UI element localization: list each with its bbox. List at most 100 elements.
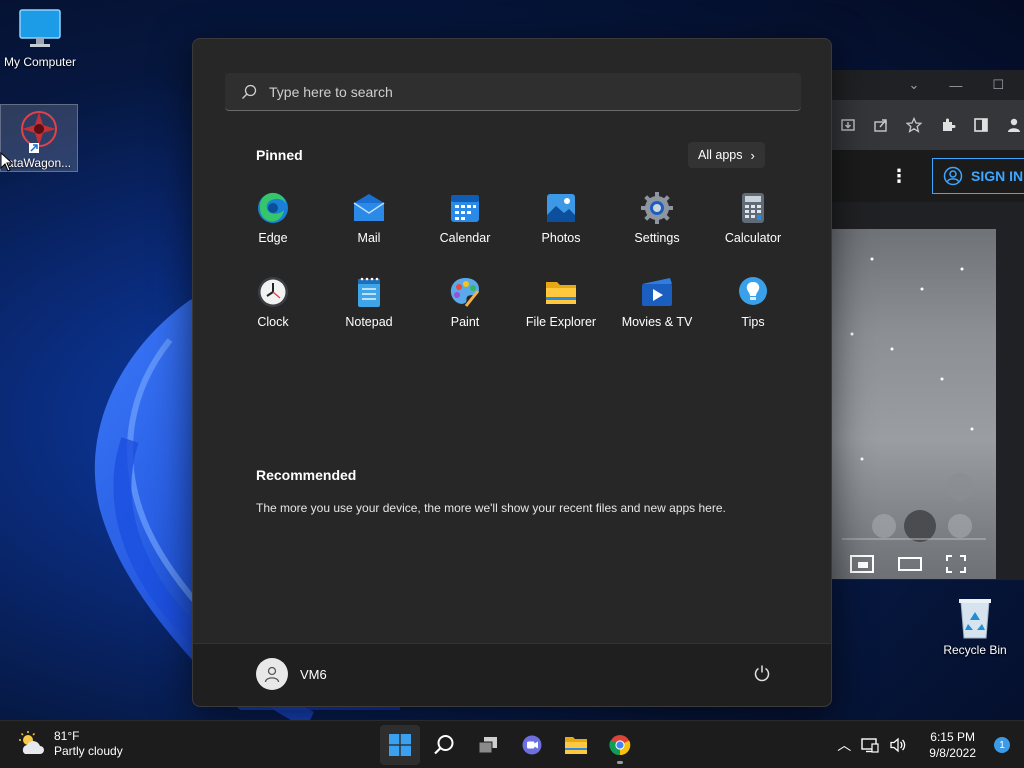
teams-chat-button[interactable]	[512, 725, 552, 765]
site-header: ⋮ SIGN IN	[832, 150, 1024, 202]
show-hidden-icons-chevron-icon[interactable]: ︿	[837, 735, 851, 755]
chevron-right-icon: ›	[750, 147, 755, 163]
calendar-icon	[448, 191, 482, 225]
pinned-app-name: Photos	[541, 231, 581, 245]
user-name: VM6	[300, 666, 327, 682]
pinned-app-name: Settings	[634, 231, 680, 245]
install-icon[interactable]	[838, 115, 857, 135]
pinned-app-name: Tips	[741, 315, 765, 329]
user-icon	[264, 666, 280, 683]
pinned-app-name: File Explorer	[525, 315, 597, 329]
clock-date: 9/8/2022	[929, 746, 976, 760]
sign-in-button[interactable]: SIGN IN	[932, 158, 1024, 194]
video-frame	[842, 257, 986, 542]
datawagon-shortcut-icon	[21, 111, 57, 153]
edge-icon	[256, 191, 290, 225]
pinned-app-name: Paint	[450, 315, 480, 329]
weather-temperature: 81°F	[54, 729, 80, 743]
monitor-icon	[19, 9, 61, 47]
video-controls	[850, 555, 966, 573]
sign-in-label: SIGN IN	[971, 168, 1024, 184]
browser-toolbar	[832, 100, 1024, 150]
chevron-down-icon[interactable]: ⌄	[908, 77, 919, 93]
notification-badge[interactable]: 1	[994, 737, 1010, 753]
taskbar-clock[interactable]: 6:15 PM 9/8/2022	[929, 729, 976, 761]
desktop-icon-label: My Computer	[3, 55, 77, 69]
network-icon[interactable]	[861, 737, 879, 753]
weather-condition: Partly cloudy	[54, 744, 123, 758]
tips-icon	[736, 275, 770, 309]
clock-icon	[256, 275, 290, 309]
recycle-bin-label: Recycle Bin	[943, 643, 1007, 657]
pinned-app-calendar[interactable]: Calendar	[417, 185, 513, 269]
file-explorer-button[interactable]	[556, 725, 596, 765]
share-icon[interactable]	[871, 115, 890, 135]
movies-tv-icon	[640, 275, 674, 309]
theater-mode-icon[interactable]	[898, 555, 922, 573]
search-icon	[434, 735, 454, 755]
desktop-icon-my-computer[interactable]: My Computer	[0, 8, 80, 69]
mail-icon	[352, 191, 386, 225]
side-panel-icon[interactable]	[971, 115, 990, 135]
user-account-button[interactable]: VM6	[256, 658, 327, 690]
task-view-button[interactable]	[468, 725, 508, 765]
notepad-icon	[352, 275, 386, 309]
extensions-icon[interactable]	[938, 115, 957, 135]
recycle-bin-icon	[959, 599, 991, 639]
paint-icon	[448, 275, 482, 309]
start-button[interactable]	[380, 725, 420, 765]
avatar	[256, 658, 288, 690]
pinned-app-movies-tv[interactable]: Movies & TV	[609, 269, 705, 353]
pinned-app-name: Movies & TV	[621, 315, 693, 329]
pinned-app-paint[interactable]: Paint	[417, 269, 513, 353]
profile-icon[interactable]	[1005, 115, 1024, 135]
chrome-button[interactable]	[600, 725, 640, 765]
all-apps-button[interactable]: All apps ›	[688, 142, 765, 168]
recommended-section-title: Recommended	[256, 467, 357, 483]
pinned-app-name: Calendar	[439, 231, 491, 245]
minimize-icon[interactable]: —	[949, 78, 962, 93]
search-placeholder: Type here to search	[269, 83, 393, 100]
photos-icon	[544, 191, 578, 225]
clock-time: 6:15 PM	[930, 730, 975, 744]
video-player[interactable]	[832, 229, 996, 579]
fullscreen-icon[interactable]	[946, 555, 966, 573]
pinned-app-mail[interactable]: Mail	[321, 185, 417, 269]
maximize-icon[interactable]: ☐	[992, 77, 1004, 93]
pinned-app-calculator[interactable]: Calculator	[705, 185, 801, 269]
taskbar-apps	[380, 725, 640, 765]
calculator-icon	[736, 191, 770, 225]
search-icon	[242, 84, 257, 99]
system-tray: ︿ 6:15 PM 9/8/2022 1	[837, 721, 1024, 768]
pinned-apps-grid: Edge Mail Calendar Photos Settings Calcu…	[225, 185, 801, 353]
browser-window[interactable]: ⌄ — ☐ ⋮ SIGN IN	[832, 70, 1024, 580]
account-icon	[943, 166, 963, 186]
pinned-app-name: Notepad	[345, 315, 393, 329]
desktop-icon-recycle-bin[interactable]: Recycle Bin	[940, 596, 1010, 657]
settings-icon	[640, 191, 674, 225]
windows-logo-icon	[389, 734, 411, 756]
chat-icon	[522, 735, 542, 755]
more-options-icon[interactable]: ⋮	[890, 166, 908, 187]
power-button[interactable]	[753, 664, 771, 687]
pinned-app-photos[interactable]: Photos	[513, 185, 609, 269]
pinned-app-edge[interactable]: Edge	[225, 185, 321, 269]
miniplayer-icon[interactable]	[850, 555, 874, 573]
weather-widget[interactable]: 81°F Partly cloudy	[18, 729, 123, 759]
pinned-app-notepad[interactable]: Notepad	[321, 269, 417, 353]
pinned-app-tips[interactable]: Tips	[705, 269, 801, 353]
taskbar-search-button[interactable]	[424, 725, 464, 765]
partly-cloudy-icon	[19, 731, 44, 754]
volume-icon[interactable]	[889, 737, 907, 753]
taskbar: 81°F Partly cloudy ︿ 6:15 PM 9/8/2022 1	[0, 720, 1024, 768]
pinned-app-name: Calculator	[724, 231, 782, 245]
bookmark-star-icon[interactable]	[905, 115, 924, 135]
task-view-icon	[478, 737, 497, 754]
chrome-icon	[609, 735, 631, 756]
start-search-box[interactable]: Type here to search	[225, 73, 801, 111]
start-menu-footer: VM6	[193, 643, 831, 706]
pinned-app-settings[interactable]: Settings	[609, 185, 705, 269]
running-indicator	[617, 761, 623, 764]
pinned-app-file-explorer[interactable]: File Explorer	[513, 269, 609, 353]
pinned-app-clock[interactable]: Clock	[225, 269, 321, 353]
